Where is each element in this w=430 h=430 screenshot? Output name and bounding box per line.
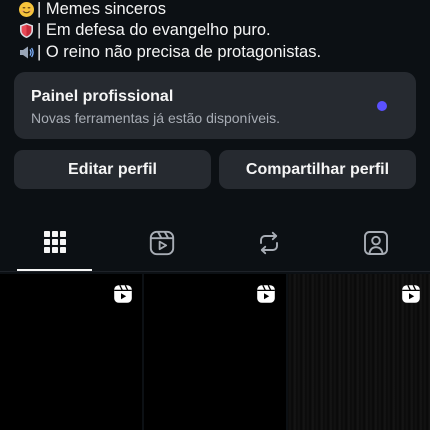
repost-icon — [259, 231, 278, 255]
bio-line-2: | Em defesa do evangelho puro. — [18, 19, 428, 41]
bio-line-text: | Em defesa do evangelho puro. — [37, 21, 271, 39]
tab-reels[interactable] — [124, 218, 199, 272]
profile-bio: | Memes sinceros | Em defesa do evangelh… — [18, 0, 428, 63]
professional-dashboard-title: Painel profissional — [31, 88, 174, 105]
bio-line-text: | O reino não precisa de protagonistas. — [37, 43, 322, 61]
posts-grid — [0, 274, 430, 430]
profile-tabs — [0, 218, 430, 272]
bio-line-1: | Memes sinceros — [18, 0, 428, 19]
professional-dashboard-subtitle: Novas ferramentas já estão disponíveis. — [31, 110, 281, 126]
reels-icon — [257, 284, 275, 303]
tagged-icon — [363, 231, 388, 255]
tabs-divider — [0, 271, 430, 272]
shield-emoji-icon — [18, 22, 35, 39]
post-thumbnail[interactable] — [144, 274, 286, 430]
tab-reposts[interactable] — [231, 218, 306, 272]
bio-line-3: | O reino não precisa de protagonistas. — [18, 41, 428, 63]
reels-icon — [114, 284, 132, 303]
share-profile-button[interactable]: Compartilhar perfil — [219, 150, 416, 189]
post-thumbnail[interactable] — [0, 274, 142, 430]
grid-icon — [43, 231, 66, 253]
notification-dot — [377, 101, 387, 111]
post-thumbnail[interactable] — [288, 274, 430, 430]
reels-icon — [402, 284, 420, 303]
loudspeaker-emoji-icon — [18, 44, 35, 61]
edit-profile-button[interactable]: Editar perfil — [14, 150, 211, 189]
tab-posts-grid[interactable] — [17, 218, 92, 272]
reels-icon — [149, 230, 174, 256]
tab-tagged[interactable] — [338, 218, 413, 272]
smiling-face-emoji-icon — [18, 1, 35, 18]
bio-line-text: | Memes sinceros — [37, 0, 166, 18]
professional-dashboard-card[interactable]: Painel profissional Novas ferramentas já… — [14, 72, 416, 139]
